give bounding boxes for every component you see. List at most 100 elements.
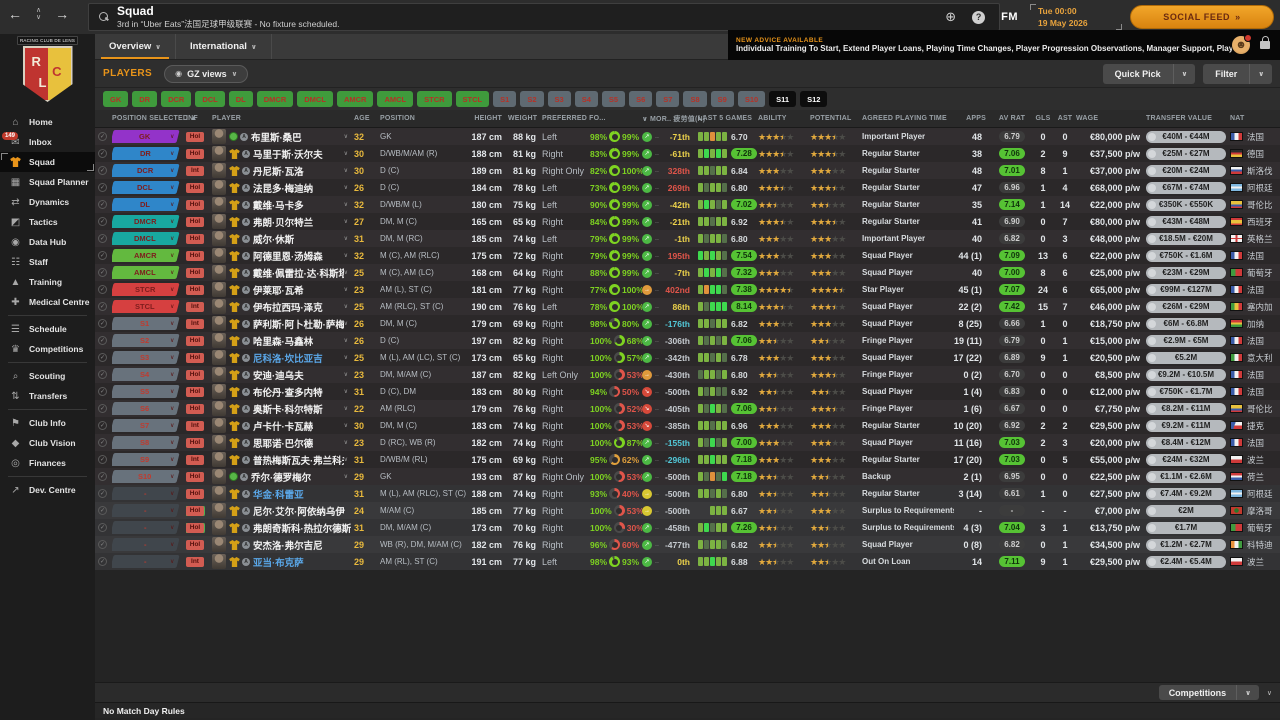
player-name[interactable]: 安杰洛·弗尔吉尼 (253, 538, 323, 552)
info-badge[interactable]: Hol (186, 488, 204, 499)
player-name[interactable]: 伊莱耶·瓦希 (253, 283, 304, 297)
table-row[interactable]: ✓ S7 ∨ Int A 卢卡什·卡瓦赫 ∨ 30 DM, M (C) 183 cm 74 kg Ri… (95, 417, 1280, 434)
row-select-checkbox[interactable]: ✓ (98, 489, 107, 498)
search-icon[interactable] (99, 12, 109, 22)
row-select-checkbox[interactable]: ✓ (98, 472, 107, 481)
sidebar-item-finances[interactable]: ◎ Finances (0, 453, 95, 473)
transfer-value[interactable]: €2.9M - €5M (1146, 334, 1226, 347)
transfer-value[interactable]: €8.2M - €11M (1146, 402, 1226, 415)
info-badge[interactable]: Hol (186, 148, 204, 159)
advice-bar[interactable]: NEW ADVICE AVAILABLE Individual Training… (728, 30, 1280, 60)
column-header-l5[interactable]: LAST 5 GAMES (698, 115, 758, 122)
table-row[interactable]: ✓ S6 ∨ Hol A 奥斯卡·科尔特斯 ∨ 22 AM (RLC) 179 cm 76 kg Ri… (95, 400, 1280, 417)
player-name[interactable]: 哈里森·马鑫林 (253, 334, 313, 348)
player-name[interactable]: 威尔·休斯 (253, 232, 294, 246)
sidebar-item-club-vision[interactable]: ◆ Club Vision (0, 433, 95, 453)
info-badge[interactable]: Hol (186, 369, 204, 380)
transfer-value[interactable]: €18.5M - €20M (1146, 232, 1226, 245)
column-header-player[interactable]: PLAYER (212, 115, 354, 122)
column-header-apps[interactable]: APPS (954, 115, 992, 122)
position-filter-dmcl[interactable]: DMCL (297, 91, 333, 107)
position-badge[interactable]: S7 ∨ (112, 419, 180, 432)
table-row[interactable]: ✓ - ∨ Hol A 弗朗奇斯科·热拉尔德斯 31 DM, M/AM (C) 173 cm 70… (95, 519, 1280, 536)
sidebar-item-medical-centre[interactable]: ✚ Medical Centre (0, 292, 95, 312)
player-name[interactable]: 奥斯卡·科尔特斯 (253, 402, 323, 416)
position-filter-dr[interactable]: DR (132, 91, 158, 107)
chevron-down-icon[interactable]: ∨ (344, 133, 354, 140)
transfer-value[interactable]: €43M - €48M (1146, 215, 1226, 228)
tab-overview[interactable]: Overview ∨ (95, 34, 176, 59)
player-name[interactable]: 弗朗奇斯科·热拉尔德斯 (253, 521, 351, 535)
game-date[interactable]: Tue 00:00 19 May 2026 (1030, 4, 1122, 30)
chevron-down-icon[interactable]: ∨ (344, 422, 354, 429)
row-select-checkbox[interactable]: ✓ (98, 234, 107, 243)
position-badge[interactable]: STCL ∨ (112, 300, 180, 313)
position-badge[interactable]: AMCL ∨ (112, 266, 180, 279)
transfer-value[interactable]: €25M - €27M (1146, 147, 1226, 160)
lock-icon[interactable] (1260, 36, 1270, 49)
sidebar-item-squad[interactable]: Squad (0, 152, 95, 172)
sidebar-item-competitions[interactable]: ♛ Competitions (0, 339, 95, 359)
row-select-checkbox[interactable]: ✓ (98, 217, 107, 226)
sidebar-item-staff[interactable]: ☷ Staff (0, 252, 95, 272)
chevron-down-icon[interactable]: ∨ (344, 354, 354, 361)
chevron-down-icon[interactable]: ∨ (1249, 63, 1272, 84)
player-name[interactable]: 布里斯·桑巴 (251, 130, 302, 144)
transfer-value[interactable]: €2.4M - €5.4M (1146, 555, 1226, 568)
position-filter-s7[interactable]: S7 (656, 91, 680, 107)
sidebar-item-club-info[interactable]: ⚑ Club Info (0, 413, 95, 433)
transfer-value[interactable]: €23M - €29M (1146, 266, 1226, 279)
position-filter-dcl[interactable]: DCL (195, 91, 225, 107)
row-select-checkbox[interactable]: ✓ (98, 353, 107, 362)
transfer-value[interactable]: €8.4M - €12M (1146, 436, 1226, 449)
row-select-checkbox[interactable]: ✓ (98, 506, 107, 515)
column-header-gls[interactable]: GLS (1032, 115, 1054, 122)
position-badge[interactable]: - ∨ (112, 555, 180, 568)
info-badge[interactable]: Hol (186, 403, 204, 414)
chevron-down-icon[interactable]: ∨ (344, 388, 354, 395)
position-badge[interactable]: S8 ∨ (112, 436, 180, 449)
row-select-checkbox[interactable]: ✓ (98, 540, 107, 549)
info-badge[interactable]: Int (186, 165, 204, 176)
forward-arrow-icon[interactable]: → (55, 6, 69, 22)
info-badge[interactable]: Hol (186, 284, 204, 295)
player-name[interactable]: 华金·科雷亚 (253, 487, 304, 501)
column-header-apt[interactable]: AGREED PLAYING TIME (862, 115, 954, 122)
chevron-down-icon[interactable]: ∨ (344, 235, 354, 242)
info-badge[interactable]: Hol (186, 216, 204, 227)
chevron-down-icon[interactable]: ∨ (344, 184, 354, 191)
position-filter-dcr[interactable]: DCR (161, 91, 192, 107)
position-badge[interactable]: - ∨ (112, 538, 180, 551)
chevron-down-icon[interactable]: ∨ (344, 320, 354, 327)
player-name[interactable]: 思耶诺·巴尔德 (253, 436, 313, 450)
position-badge[interactable]: S4 ∨ (112, 368, 180, 381)
info-badge[interactable]: Hol (186, 437, 204, 448)
info-badge[interactable]: Hol (186, 335, 204, 346)
position-badge[interactable]: - ∨ (112, 521, 180, 534)
transfer-value[interactable]: €1.1M - €2.6M (1146, 470, 1226, 483)
chevron-down-icon[interactable]: ∨ (344, 303, 354, 310)
row-select-checkbox[interactable]: ✓ (98, 336, 107, 345)
quick-pick-button[interactable]: Quick Pick ∨ (1102, 63, 1196, 84)
chevron-down-icon[interactable]: ∨ (344, 473, 354, 480)
info-badge[interactable]: Hol (186, 505, 204, 516)
row-select-checkbox[interactable]: ✓ (98, 302, 107, 311)
player-name[interactable]: 尼尔·艾尔·阿依纳乌伊 (253, 504, 345, 518)
player-name[interactable]: 法昆多·梅迪纳 (253, 181, 313, 195)
table-row[interactable]: ✓S9∨IntA普热梅斯瓦夫·弗兰科夫斯基∨31D/WB/M (RL)175 c… (95, 451, 1280, 468)
position-badge[interactable]: - ∨ (112, 504, 180, 517)
info-badge[interactable]: Hol (186, 233, 204, 244)
transfer-value[interactable]: €350K - €550K (1146, 198, 1226, 211)
position-badge[interactable]: DCR ∨ (112, 164, 180, 177)
info-badge[interactable]: Hol (186, 250, 204, 261)
info-badge[interactable]: Hol (186, 539, 204, 550)
sidebar-item-training[interactable]: ▲ Training (0, 272, 95, 292)
position-badge[interactable]: GK ∨ (112, 130, 180, 143)
sidebar-item-dynamics[interactable]: ⇄ Dynamics (0, 192, 95, 212)
position-badge[interactable]: S1 ∨ (112, 317, 180, 330)
transfer-value[interactable]: €7.4M - €9.2M (1146, 487, 1226, 500)
info-badge[interactable]: Hol (186, 471, 204, 482)
table-row[interactable]: ✓ AMCR ∨ Hol A 阿德里恩·汤姆森 ∨ 32 M (C), AM (RLC) 175 … (95, 247, 1280, 264)
info-badge[interactable]: Hol (186, 267, 204, 278)
history-up-down-icon[interactable]: ∧ ∨ (36, 7, 41, 21)
